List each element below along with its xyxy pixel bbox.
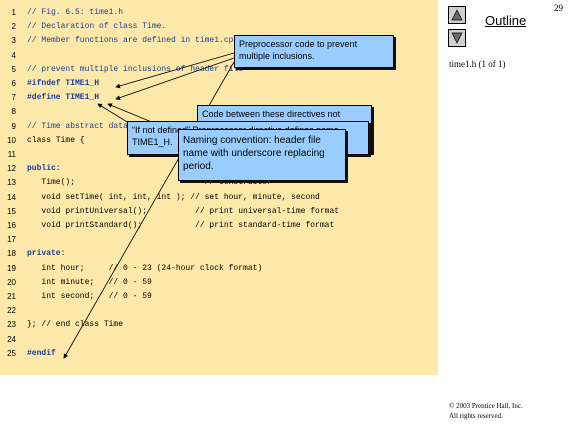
callout-preprocessor: Preprocessor code to prevent multiple in… xyxy=(234,35,394,68)
arrow-preprocessor-ifndef xyxy=(115,52,235,89)
callout-naming-convention: Naming convention: header file name with… xyxy=(178,129,346,181)
